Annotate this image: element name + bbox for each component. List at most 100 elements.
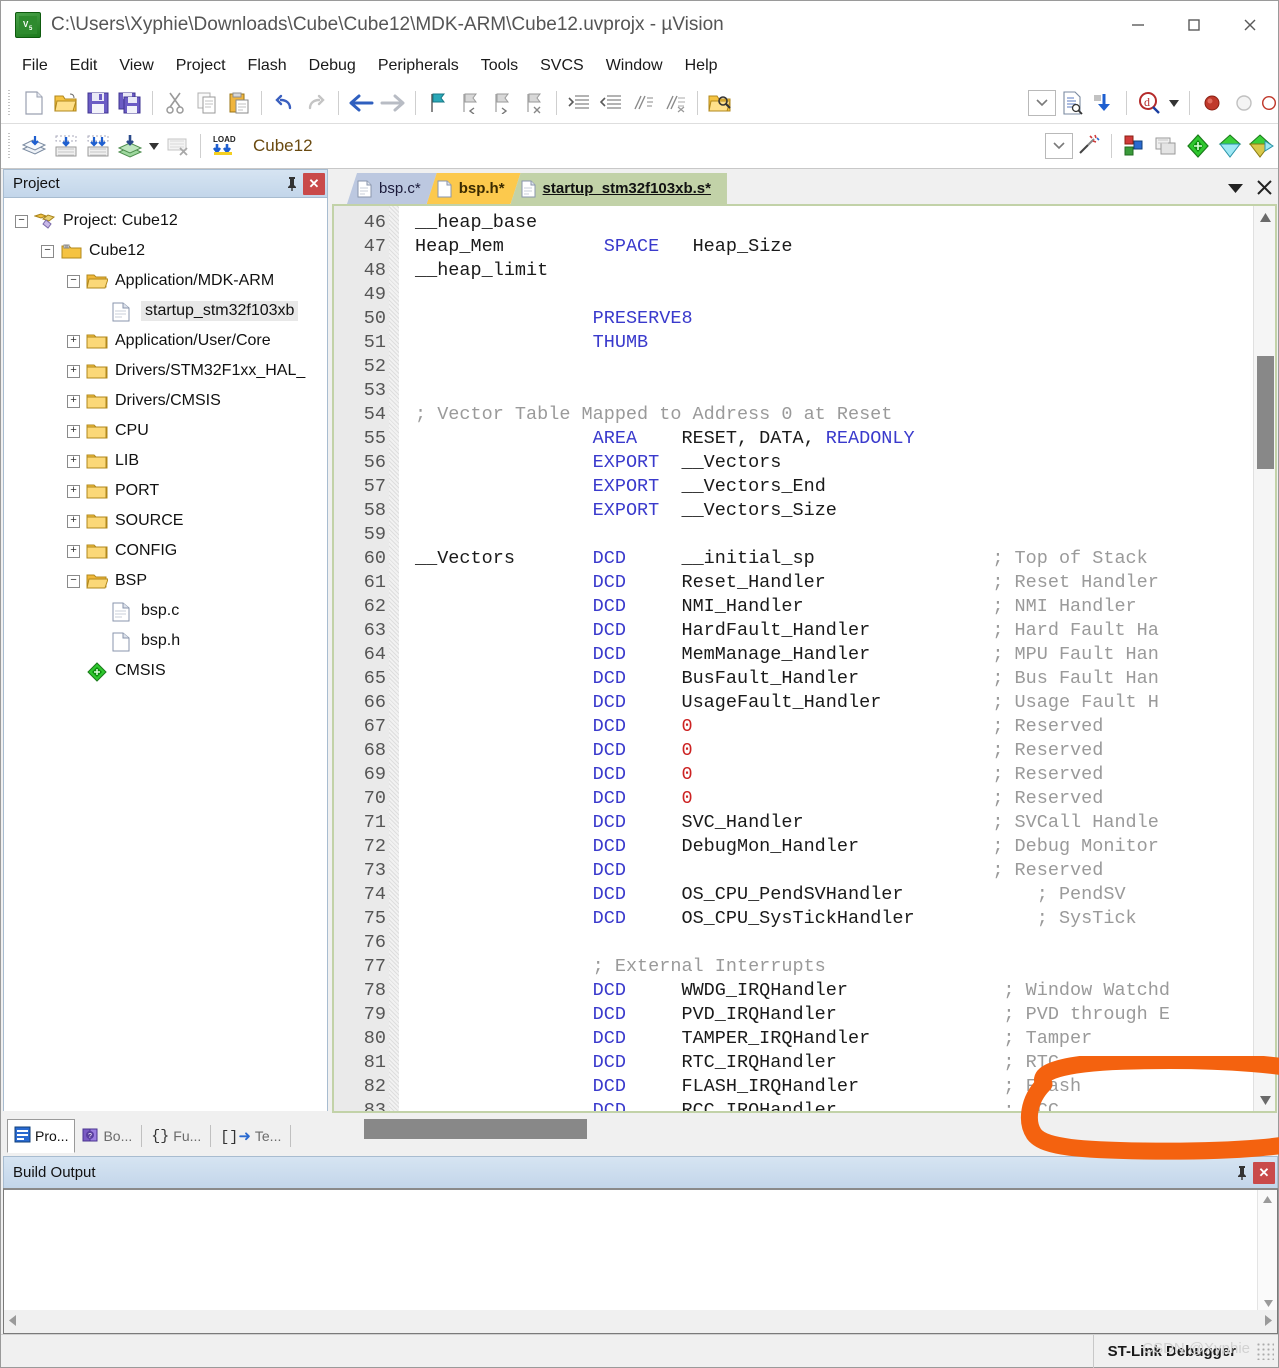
scroll-down-arrow[interactable] [1254,1089,1276,1111]
navigate-forward-icon[interactable] [377,87,409,119]
bookmark-next-icon[interactable] [486,87,518,119]
components-icon[interactable] [1214,130,1246,162]
build-icon[interactable] [50,130,82,162]
menu-edit[interactable]: Edit [59,54,109,78]
expand-icon[interactable]: + [67,334,80,348]
stop-build-icon[interactable] [162,130,194,162]
code-line[interactable]: 81 DCD RTC_IRQHandler ; RTC [334,1051,1275,1075]
expand-icon[interactable]: + [67,514,80,528]
code-line[interactable]: 80 DCD TAMPER_IRQHandler ; Tamper [334,1027,1275,1051]
download-icon[interactable]: LOAD [207,130,239,162]
code-line[interactable]: 47 Heap_Mem SPACE Heap_Size [334,235,1275,259]
redo-icon[interactable] [300,87,332,119]
comment-icon[interactable] [627,87,659,119]
code-line[interactable]: 73 DCD ; Reserved [334,859,1275,883]
code-line[interactable]: 68 DCD 0 ; Reserved [334,739,1275,763]
tree-node[interactable]: − Cube12 [5,236,327,266]
tree-node[interactable]: − BSP [5,566,327,596]
breakpoint-clear-icon[interactable] [1260,87,1278,119]
build-vscrollbar[interactable] [1257,1190,1277,1312]
editor-hscrollbar[interactable] [332,1115,1277,1144]
menu-project[interactable]: Project [165,54,237,78]
code-line[interactable]: 62 DCD NMI_Handler ; NMI Handler [334,595,1275,619]
translate-icon[interactable] [18,130,50,162]
bookmark-clear-icon[interactable] [518,87,550,119]
toolbar-grip[interactable] [7,90,14,116]
code-line[interactable]: 75 DCD OS_CPU_SysTickHandler ; SysTick [334,907,1275,931]
code-line[interactable]: 48 __heap_limit [334,259,1275,283]
new-file-icon[interactable] [18,87,50,119]
tree-node[interactable]: startup_stm32f103xb [5,296,327,326]
editor-tab-bsp-h[interactable]: bsp.h* [427,173,521,204]
manage-project-items-icon[interactable] [1182,130,1214,162]
tree-node[interactable]: − Project: Cube12 [5,206,327,236]
tree-node[interactable]: bsp.c [5,596,327,626]
uncomment-icon[interactable] [659,87,691,119]
code-line[interactable]: 56 EXPORT __Vectors [334,451,1275,475]
pack-components-icon[interactable] [1246,130,1278,162]
breakpoint-icon[interactable] [1196,87,1228,119]
code-line[interactable]: 64 DCD MemManage_Handler ; MPU Fault Han [334,643,1275,667]
cut-icon[interactable] [159,87,191,119]
scroll-right-arrow[interactable] [1265,1313,1272,1331]
code-line[interactable]: 76 [334,931,1275,955]
menu-peripherals[interactable]: Peripherals [367,54,470,78]
close-icon[interactable]: ✕ [303,172,325,195]
resize-grip[interactable] [1256,1342,1274,1360]
code-line[interactable]: 67 DCD 0 ; Reserved [334,715,1275,739]
code-line[interactable]: 52 [334,355,1275,379]
undo-icon[interactable] [268,87,300,119]
multi-project-icon[interactable] [1118,130,1150,162]
code-line[interactable]: 59 [334,523,1275,547]
code-line[interactable]: 53 [334,379,1275,403]
scroll-thumb[interactable] [364,1119,587,1139]
tree-node[interactable]: + LIB [5,446,327,476]
tree-node[interactable]: + CONFIG [5,536,327,566]
menu-debug[interactable]: Debug [298,54,367,78]
expand-icon[interactable]: + [67,424,80,438]
save-all-icon[interactable] [114,87,146,119]
expand-icon[interactable]: + [67,454,80,468]
tree-node[interactable]: CMSIS [5,656,327,686]
bookmark-toggle-icon[interactable] [422,87,454,119]
expand-icon[interactable]: + [67,544,80,558]
text-file-icon[interactable] [1056,87,1088,119]
menu-window[interactable]: Window [595,54,674,78]
code-line[interactable]: 65 DCD BusFault_Handler ; Bus Fault Han [334,667,1275,691]
left-tab-books[interactable]: ? Bo... [75,1119,138,1153]
project-tree[interactable]: − Project: Cube12 − Cube12 − Application/MDK-… [5,199,327,1112]
code-line[interactable]: 77 ; External Interrupts [334,955,1275,979]
bind-icon[interactable] [1088,87,1120,119]
code-line[interactable]: 69 DCD 0 ; Reserved [334,763,1275,787]
tree-node[interactable]: + Drivers/STM32F1xx_HAL_ [5,356,327,386]
collapse-icon[interactable]: − [67,274,80,288]
debug-search-dropdown-icon[interactable] [1165,87,1183,119]
code-line[interactable]: 49 [334,283,1275,307]
code-line[interactable]: 50 PRESERVE8 [334,307,1275,331]
menu-view[interactable]: View [108,54,164,78]
expand-icon[interactable]: + [67,364,80,378]
code-line[interactable]: 71 DCD SVC_Handler ; SVCall Handle [334,811,1275,835]
code-line[interactable]: 82 DCD FLASH_IRQHandler ; Flash [334,1075,1275,1099]
editor-tab-startup-s[interactable]: startup_stm32f103xb.s* [510,173,727,204]
tree-node[interactable]: + SOURCE [5,506,327,536]
tree-node[interactable]: − Application/MDK-ARM [5,266,327,296]
outdent-icon[interactable] [595,87,627,119]
build-hscrollbar[interactable] [4,1310,1277,1333]
menu-help[interactable]: Help [674,54,729,78]
code-line[interactable]: 70 DCD 0 ; Reserved [334,787,1275,811]
open-file-icon[interactable] [50,87,82,119]
code-line[interactable]: 60 __Vectors DCD __initial_sp ; Top of St… [334,547,1275,571]
collapse-icon[interactable]: − [67,574,80,588]
find-in-files-icon[interactable] [704,87,736,119]
scroll-thumb[interactable] [1257,356,1274,469]
maximize-button[interactable] [1166,1,1222,48]
build-output-body[interactable] [3,1188,1278,1334]
rebuild-icon[interactable] [82,130,114,162]
pack-installer-icon[interactable] [1150,130,1182,162]
manage-runtime-icon[interactable] [1073,130,1105,162]
close-icon[interactable]: ✕ [1253,1161,1275,1184]
tree-node[interactable]: + CPU [5,416,327,446]
editor-vscrollbar[interactable] [1253,206,1275,1111]
code-line[interactable]: 74 DCD OS_CPU_PendSVHandler ; PendSV [334,883,1275,907]
